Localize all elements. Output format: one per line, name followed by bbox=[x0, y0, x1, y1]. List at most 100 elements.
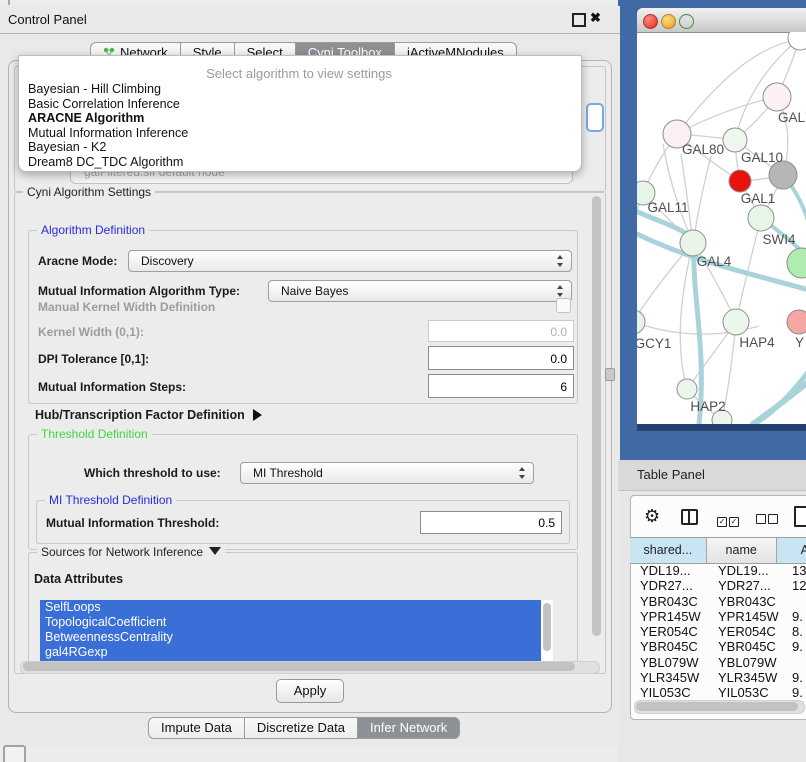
sources-group-title[interactable]: Sources for Network Inference bbox=[37, 545, 225, 559]
network-edge[interactable] bbox=[680, 243, 693, 389]
table-row[interactable]: YBR043CYBR043C bbox=[630, 594, 806, 609]
algorithm-combobox-fragment[interactable] bbox=[586, 103, 604, 132]
spinner-arrows-icon bbox=[519, 466, 526, 480]
network-node[interactable] bbox=[680, 230, 706, 256]
node-label: HAP2 bbox=[690, 399, 725, 414]
table-cell: YBL079W bbox=[709, 655, 781, 670]
network-node[interactable] bbox=[748, 205, 774, 231]
tab-discretize-data[interactable]: Discretize Data bbox=[245, 717, 358, 739]
minimize-traffic-light-icon[interactable] bbox=[661, 14, 676, 29]
network-node[interactable] bbox=[788, 32, 806, 50]
deselect-checkboxes-icon[interactable] bbox=[756, 511, 780, 529]
table-row[interactable]: YDR27...YDR27...12 bbox=[630, 578, 806, 593]
algorithm-option[interactable]: Dream8 DC_TDC Algorithm bbox=[18, 155, 580, 170]
network-node[interactable] bbox=[637, 310, 645, 334]
screen: Control Panel ✖ Network Style Select Cyn… bbox=[0, 0, 806, 762]
network-edge-highlighted[interactable] bbox=[751, 368, 806, 424]
settings-vertical-scrollbar[interactable] bbox=[592, 196, 601, 636]
algorithm-dropdown-hint: Select algorithm to view settings bbox=[18, 66, 580, 81]
algorithm-option[interactable]: Bayesian - Hill Climbing bbox=[18, 82, 580, 97]
network-node[interactable] bbox=[763, 83, 791, 111]
table-hscrollbar[interactable] bbox=[636, 702, 798, 711]
algorithm-option[interactable]: Basic Correlation Inference bbox=[18, 97, 580, 112]
select-all-checkboxes-icon[interactable]: ✓✓ bbox=[717, 511, 741, 529]
node-label: GAL10 bbox=[741, 150, 783, 165]
data-attribute-item[interactable]: TopologicalCoefficient bbox=[40, 615, 541, 630]
data-attributes-label: Data Attributes bbox=[34, 572, 123, 586]
network-edge-highlighted[interactable] bbox=[753, 380, 806, 424]
dpi-tolerance-field[interactable]: 0.0 bbox=[428, 346, 574, 370]
algorithm-option[interactable]: Bayesian - K2 bbox=[18, 140, 580, 155]
split-columns-icon[interactable] bbox=[681, 509, 698, 525]
table-cell: YBL079W bbox=[630, 655, 709, 670]
bottom-left-panel-icon[interactable] bbox=[3, 745, 26, 762]
page-icon[interactable] bbox=[794, 506, 806, 527]
mi-threshold-field[interactable]: 0.5 bbox=[420, 511, 562, 534]
expanded-arrow-icon bbox=[209, 547, 221, 555]
network-icon bbox=[103, 44, 115, 55]
table-cell bbox=[781, 655, 806, 670]
tab-discretize-data-label: Discretize Data bbox=[257, 720, 345, 735]
settings-horizontal-scrollbar[interactable] bbox=[23, 662, 575, 671]
gear-icon[interactable]: ⚙ bbox=[644, 506, 660, 527]
which-threshold-combobox[interactable]: MI Threshold bbox=[240, 462, 534, 484]
table-cell: YBR045C bbox=[630, 639, 709, 654]
table-cell: YBR045C bbox=[709, 639, 781, 654]
panel-divider-grip[interactable] bbox=[605, 368, 615, 381]
manual-kernel-label: Manual Kernel Width Definition bbox=[38, 300, 215, 314]
table-row[interactable]: YBL079WYBL079W bbox=[630, 655, 806, 670]
spinner-arrows-icon bbox=[557, 284, 564, 298]
table-row[interactable]: YBR045CYBR045C9. bbox=[630, 639, 806, 654]
table-row[interactable]: YIL053CYIL053C9. bbox=[630, 685, 806, 700]
column-header-shared-name[interactable]: shared... bbox=[630, 538, 707, 563]
tab-infer-network-label: Infer Network bbox=[370, 720, 447, 735]
mi-steps-field[interactable]: 6 bbox=[428, 374, 574, 398]
control-panel-titlebar bbox=[0, 6, 620, 34]
aracne-mode-combobox[interactable]: Discovery bbox=[128, 250, 572, 272]
hub-definition-toggle[interactable]: Hub/Transcription Factor Definition bbox=[35, 408, 262, 422]
table-cell bbox=[781, 594, 806, 609]
table-row[interactable]: YER054CYER054C8. bbox=[630, 624, 806, 639]
table-row[interactable]: YDL19...YDL19...13 bbox=[630, 563, 806, 578]
table-cell: YDL19... bbox=[709, 563, 781, 578]
table-cell: YER054C bbox=[630, 624, 709, 639]
network-node[interactable] bbox=[729, 170, 751, 192]
mi-type-combobox[interactable]: Naive Bayes bbox=[268, 280, 572, 302]
column-header-name[interactable]: name bbox=[707, 538, 777, 563]
manual-kernel-checkbox[interactable] bbox=[556, 298, 571, 313]
network-node[interactable] bbox=[787, 248, 806, 278]
kernel-width-field[interactable]: 0.0 bbox=[428, 320, 574, 342]
algorithm-option[interactable]: Mutual Information Inference bbox=[18, 126, 580, 141]
algorithm-definition-title: Algorithm Definition bbox=[37, 223, 149, 237]
table-cell: YLR345W bbox=[709, 670, 781, 685]
which-threshold-label: Which threshold to use: bbox=[84, 466, 221, 480]
column-header-third[interactable]: A bbox=[777, 538, 806, 563]
network-node[interactable] bbox=[677, 379, 697, 399]
network-node[interactable] bbox=[787, 310, 806, 334]
network-node[interactable] bbox=[723, 309, 749, 335]
unchecked-box-icon bbox=[756, 514, 766, 524]
zoom-traffic-light-icon[interactable] bbox=[679, 14, 694, 29]
which-threshold-value: MI Threshold bbox=[253, 466, 323, 480]
tab-impute-data[interactable]: Impute Data bbox=[148, 717, 245, 739]
network-node[interactable] bbox=[723, 128, 747, 152]
data-attribute-item[interactable]: gal4RGexp bbox=[40, 645, 541, 660]
network-canvas[interactable]: GAL7GAL80GAL10GAL1GAL11SWI4GAL4GCY1HAP4Y… bbox=[637, 32, 806, 424]
network-node[interactable] bbox=[769, 161, 797, 189]
aracne-mode-value: Discovery bbox=[141, 254, 194, 268]
float-window-icon[interactable] bbox=[572, 13, 586, 27]
apply-button[interactable]: Apply bbox=[276, 679, 344, 703]
tab-infer-network[interactable]: Infer Network bbox=[358, 717, 460, 739]
close-icon[interactable]: ✖ bbox=[590, 10, 601, 26]
data-attribute-item[interactable]: BetweennessCentrality bbox=[40, 630, 541, 645]
cyni-algorithm-settings-title: Cyni Algorithm Settings bbox=[23, 185, 155, 199]
table-row[interactable]: YPR145WYPR145W9. bbox=[630, 609, 806, 624]
table-row[interactable]: YLR345WYLR345W9. bbox=[630, 670, 806, 685]
data-attribute-item[interactable]: SelfLoops bbox=[40, 600, 541, 615]
hub-definition-label: Hub/Transcription Factor Definition bbox=[35, 408, 245, 422]
close-traffic-light-icon[interactable] bbox=[643, 14, 658, 29]
mi-type-label: Mutual Information Algorithm Type: bbox=[38, 284, 240, 298]
algorithm-option[interactable]: ARACNE Algorithm bbox=[18, 111, 580, 126]
node-label: GCY1 bbox=[637, 336, 671, 351]
attributes-scrollbar[interactable] bbox=[543, 603, 551, 651]
